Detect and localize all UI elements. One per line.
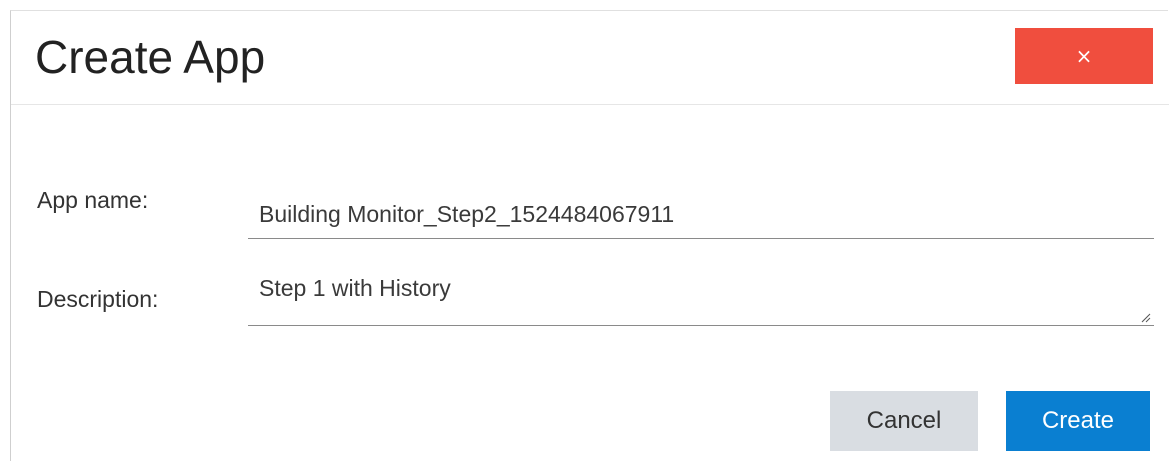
close-button[interactable]: × bbox=[1015, 28, 1153, 84]
app-name-label: App name: bbox=[37, 187, 149, 213]
cancel-button[interactable]: Cancel bbox=[830, 391, 978, 451]
description-label: Description: bbox=[37, 286, 159, 312]
description-textarea[interactable]: Step 1 with History bbox=[248, 269, 1154, 326]
create-button[interactable]: Create bbox=[1006, 391, 1150, 451]
close-icon: × bbox=[1075, 44, 1093, 68]
resize-grip-icon[interactable] bbox=[1141, 313, 1151, 323]
create-app-dialog: Create App × App name: Description: Step… bbox=[10, 10, 1169, 461]
dialog-title: Create App bbox=[35, 31, 266, 83]
app-name-input[interactable] bbox=[248, 191, 1154, 239]
dialog-header: Create App × bbox=[11, 11, 1169, 105]
